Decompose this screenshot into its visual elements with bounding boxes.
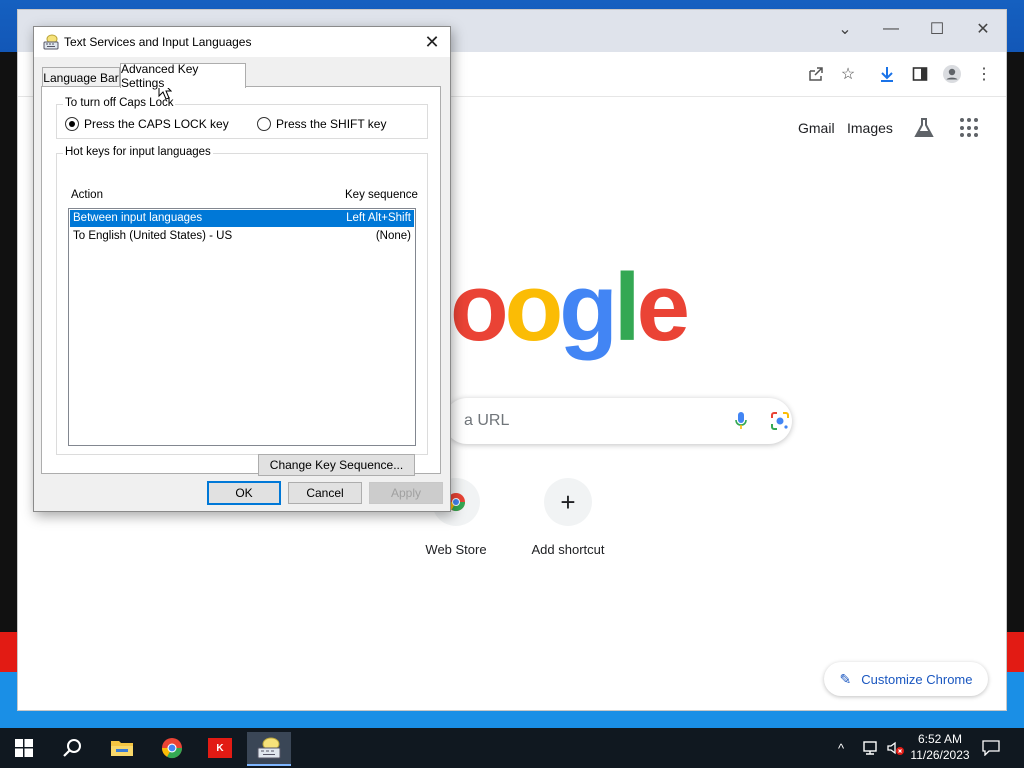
customize-label: Customize Chrome — [861, 671, 973, 687]
search-icon[interactable] — [50, 732, 94, 764]
hotkey-action: Between input languages — [73, 212, 203, 224]
dialog-close-button[interactable]: ✕ — [420, 31, 444, 53]
start-icon[interactable] — [2, 732, 46, 764]
notifications-icon[interactable] — [982, 728, 1000, 768]
chrome-menu-icon[interactable]: ⋮ — [972, 62, 996, 86]
caps-lock-group: To turn off Caps Lock Press the CAPS LOC… — [56, 97, 428, 139]
shortcut-label: Web Store — [425, 542, 487, 557]
hotkeys-group-label: Hot keys for input languages — [63, 146, 213, 158]
close-window-button[interactable]: ✕ — [968, 16, 998, 42]
radio-label: Press the SHIFT key — [276, 117, 387, 131]
hotkey-action: To English (United States) - US — [73, 230, 233, 242]
hotkey-sequence: (None) — [375, 230, 411, 242]
tab-advanced-key-settings[interactable]: Advanced Key Settings — [120, 62, 246, 90]
logo-letter: g — [559, 254, 618, 361]
logo-letter: o — [504, 254, 564, 361]
gmail-link[interactable]: Gmail — [798, 120, 835, 136]
hotkeys-listbox[interactable]: Between input languages Left Alt+Shift T… — [68, 208, 416, 446]
app-icon[interactable]: K — [198, 732, 242, 764]
radio-caps-lock-key[interactable]: Press the CAPS LOCK key — [65, 117, 229, 131]
tab-language-bar[interactable]: Language Bar — [42, 67, 120, 88]
download-icon[interactable] — [875, 62, 899, 86]
column-header-key-sequence: Key sequence — [345, 189, 418, 201]
show-hidden-icons-icon[interactable]: ^ — [838, 728, 844, 768]
dialog-titlebar[interactable]: Text Services and Input Languages ✕ — [34, 27, 450, 57]
labs-flask-icon[interactable] — [912, 116, 936, 140]
radio-selected-icon — [65, 117, 79, 131]
chrome-icon[interactable] — [150, 732, 194, 764]
bookmark-star-icon[interactable]: ☆ — [836, 62, 860, 86]
desktop-edge-right — [1004, 52, 1024, 632]
google-lens-icon[interactable] — [770, 411, 790, 431]
volume-muted-icon[interactable] — [886, 728, 906, 768]
profile-avatar-icon[interactable] — [940, 62, 964, 86]
ok-button[interactable]: OK — [207, 481, 281, 505]
change-key-sequence-button[interactable]: Change Key Sequence... — [258, 454, 415, 476]
desktop-edge-left — [0, 52, 20, 632]
app-icon-badge: K — [208, 738, 232, 758]
images-link[interactable]: Images — [847, 120, 893, 136]
cancel-button[interactable]: Cancel — [288, 482, 362, 504]
share-icon[interactable] — [804, 62, 828, 86]
taskbar-clock[interactable]: 6:52 AM 11/26/2023 — [905, 731, 975, 763]
pencil-icon: ✎ — [839, 670, 852, 687]
hotkey-row[interactable]: Between input languages Left Alt+Shift — [70, 210, 414, 227]
add-shortcut-button[interactable]: + Add shortcut — [513, 478, 623, 557]
logo-letter: o — [450, 254, 509, 361]
shortcut-label: Add shortcut — [531, 542, 605, 557]
google-logo: oogle — [450, 260, 690, 356]
plus-icon: + — [544, 478, 592, 526]
radio-label: Press the CAPS LOCK key — [84, 117, 229, 131]
google-apps-icon[interactable] — [960, 118, 980, 138]
voice-search-mic-icon[interactable] — [734, 411, 748, 431]
radio-unselected-icon — [257, 117, 271, 131]
keyboard-language-icon[interactable] — [247, 732, 291, 766]
customize-chrome-button[interactable]: ✎ Customize Chrome — [824, 662, 988, 696]
taskbar: K ^ 6:52 AM 11/26/2023 — [0, 728, 1024, 768]
dialog-title: Text Services and Input Languages — [64, 35, 252, 49]
hotkey-row[interactable]: To English (United States) - US (None) — [70, 228, 414, 245]
text-services-dialog: Text Services and Input Languages ✕ Lang… — [33, 26, 451, 512]
clock-time: 6:52 AM — [917, 732, 963, 746]
search-box[interactable]: a URL — [444, 398, 792, 444]
side-panel-icon[interactable] — [908, 62, 932, 86]
clock-date: 11/26/2023 — [910, 748, 970, 762]
maximize-button[interactable]: ☐ — [922, 16, 952, 42]
search-placeholder: a URL — [464, 412, 510, 429]
apply-button[interactable]: Apply — [369, 482, 443, 504]
keyboard-language-icon — [43, 34, 59, 50]
logo-letter: e — [636, 254, 690, 361]
advanced-key-settings-panel: To turn off Caps Lock Press the CAPS LOC… — [41, 86, 441, 476]
tab-search-chevron-icon[interactable]: ⌄ — [830, 16, 860, 42]
radio-shift-key[interactable]: Press the SHIFT key — [257, 117, 386, 131]
file-explorer-icon[interactable] — [100, 732, 144, 764]
logo-letter: l — [613, 254, 641, 361]
network-icon[interactable] — [862, 728, 880, 768]
minimize-button[interactable]: — — [876, 16, 906, 42]
hotkey-sequence: Left Alt+Shift — [346, 212, 411, 224]
column-header-action: Action — [71, 189, 103, 201]
